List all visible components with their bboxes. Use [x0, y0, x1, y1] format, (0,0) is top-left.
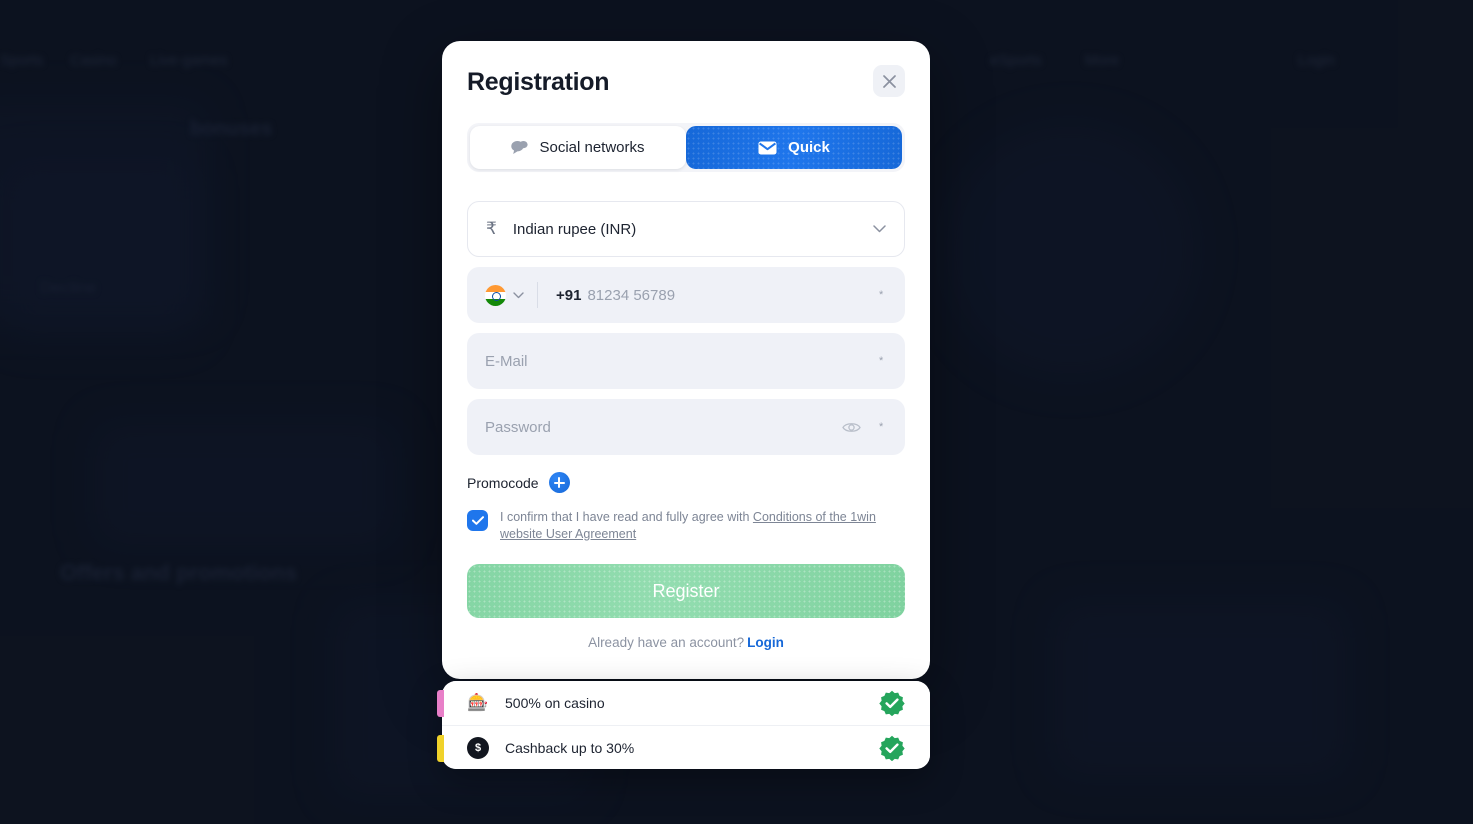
checkmark-icon: [471, 512, 484, 530]
login-prompt: Already have an account? Login: [467, 635, 905, 650]
agreement-checkbox[interactable]: [467, 510, 488, 531]
country-code-select[interactable]: [485, 284, 537, 306]
cashback-icon-glyph: $: [467, 736, 489, 759]
promocode-label: Promocode: [467, 474, 539, 491]
bonus-label: 500% on casino: [505, 695, 605, 711]
page-title: Registration: [467, 67, 610, 96]
bonus-accent-bar: [437, 690, 444, 717]
envelope-icon: [758, 141, 777, 155]
bonus-accent-bar: [437, 735, 444, 762]
bonus-row-cashback[interactable]: $ Cashback up to 30%: [437, 725, 930, 769]
bonus-panel: 🎰 500% on casino $ Cashback up to 30%: [437, 681, 930, 769]
close-button[interactable]: [873, 65, 905, 97]
login-prompt-text: Already have an account?: [588, 635, 745, 650]
registration-method-tabs: Social networks Quick: [467, 123, 905, 172]
password-field[interactable]: Password *: [467, 399, 905, 455]
required-marker: *: [879, 355, 884, 367]
bonus-label: Cashback up to 30%: [505, 739, 635, 756]
email-field[interactable]: E-Mail *: [467, 333, 905, 389]
password-input[interactable]: Password: [485, 419, 551, 436]
login-link[interactable]: Login: [747, 635, 784, 650]
email-input[interactable]: E-Mail: [485, 353, 528, 370]
registration-modal: Registration Social networks Quick ₹ Ind…: [442, 41, 930, 679]
register-button[interactable]: Register: [467, 564, 905, 618]
eye-icon[interactable]: [842, 421, 861, 434]
bonus-row-casino[interactable]: 🎰 500% on casino: [437, 681, 930, 725]
promocode-section: Promocode: [467, 472, 905, 493]
chevron-down-icon: [873, 220, 886, 238]
chat-bubble-icon: [511, 140, 529, 155]
tab-quick[interactable]: Quick: [686, 126, 902, 169]
agreement-text-prefix: I confirm that I have read and fully agr…: [500, 510, 753, 524]
modal-header: Registration: [467, 41, 905, 123]
cashback-icon: $: [467, 736, 489, 759]
agreement-text: I confirm that I have read and fully agr…: [500, 509, 905, 543]
required-marker: *: [879, 289, 884, 301]
close-icon: [882, 74, 896, 88]
promocode-add-button[interactable]: [548, 472, 570, 493]
phone-input[interactable]: 81234 56789: [587, 287, 675, 304]
verified-check-icon: [879, 690, 905, 716]
currency-select[interactable]: ₹ Indian rupee (INR): [467, 201, 905, 257]
field-divider: [537, 282, 538, 308]
slot-machine-icon: 🎰: [467, 693, 489, 712]
registration-form: ₹ Indian rupee (INR) +91 81234 56789 * E…: [467, 201, 905, 455]
india-flag-icon: [485, 284, 506, 306]
currency-select-value: Indian rupee (INR): [512, 220, 637, 238]
verified-check-icon: [879, 735, 905, 761]
tab-social-networks[interactable]: Social networks: [470, 126, 686, 169]
tab-quick-label: Quick: [788, 139, 830, 156]
rupee-icon: ₹: [486, 219, 497, 238]
required-marker: *: [879, 421, 884, 433]
agreement-section: I confirm that I have read and fully agr…: [467, 509, 905, 543]
phone-field[interactable]: +91 81234 56789 *: [467, 267, 905, 323]
register-button-label: Register: [652, 580, 720, 601]
tab-social-networks-label: Social networks: [539, 139, 645, 156]
chevron-down-icon: [513, 286, 524, 304]
phone-dial-code: +91: [556, 286, 582, 304]
